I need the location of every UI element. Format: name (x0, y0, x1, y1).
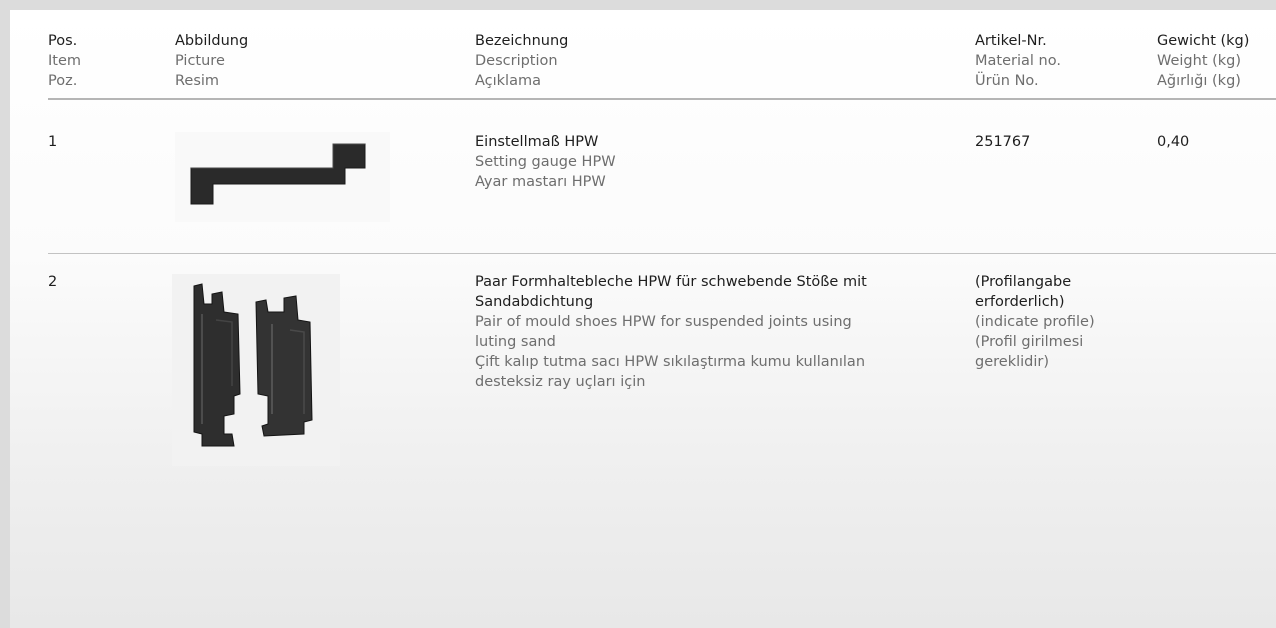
mould-shoes-image (172, 274, 340, 466)
row2-description-tr-1: Çift kalıp tutma sacı HPW sıkılaştırma k… (475, 354, 866, 370)
header-pos-en: Item (48, 53, 82, 69)
row1-description-en: Setting gauge HPW (475, 154, 616, 170)
row1-description: Einstellmaß HPW Setting gauge HPW Ayar m… (475, 132, 965, 192)
row2-description-en-1: Pair of mould shoes HPW for suspended jo… (475, 314, 852, 330)
row1-description-de: Einstellmaß HPW (475, 134, 599, 150)
header-description-de: Bezeichnung (475, 33, 569, 49)
header-weight-tr: Ağırlığı (kg) (1157, 73, 1241, 89)
header-weight-de: Gewicht (kg) (1157, 33, 1250, 49)
header-weight: Gewicht (kg) Weight (kg) Ağırlığı (kg) (1157, 31, 1276, 91)
header-divider (48, 98, 1276, 100)
row2-description-en-2: luting sand (475, 334, 556, 350)
row2-pos: 2 (48, 274, 58, 290)
row1-weight: 0,40 (1157, 134, 1190, 150)
row1-description-tr: Ayar mastarı HPW (475, 174, 606, 190)
header-description-tr: Açıklama (475, 73, 541, 89)
row2-article-de-1: (Profilangabe (975, 274, 1072, 290)
header-description-en: Description (475, 53, 558, 69)
row2-article-en: (indicate profile) (975, 314, 1095, 330)
header-article-de: Artikel-Nr. (975, 33, 1047, 49)
header-weight-en: Weight (kg) (1157, 53, 1242, 69)
parts-table: Pos. Item Poz. Abbildung Picture Resim B… (10, 10, 1276, 628)
header-pos-de: Pos. (48, 33, 78, 49)
row2-description: Paar Formhaltebleche HPW für schwebende … (475, 272, 965, 392)
header-pos: Pos. Item Poz. (48, 31, 81, 91)
row2-article-tr-2: gereklidir) (975, 354, 1049, 370)
header-article-en: Material no. (975, 53, 1061, 69)
row2-description-de-2: Sandabdichtung (475, 294, 594, 310)
row-divider (48, 253, 1276, 254)
header-pos-tr: Poz. (48, 73, 78, 89)
setting-gauge-image (175, 132, 390, 222)
header-picture-en: Picture (175, 53, 225, 69)
row2-description-de-1: Paar Formhaltebleche HPW für schwebende … (475, 274, 867, 290)
row2-article-de-2: erforderlich) (975, 294, 1065, 310)
row1-article: 251767 (975, 134, 1031, 150)
row2-article-tr-1: (Profil girilmesi (975, 334, 1084, 350)
header-article-tr: Ürün No. (975, 73, 1039, 89)
row2-description-tr-2: desteksiz ray uçları için (475, 374, 646, 390)
row1-pos: 1 (48, 134, 58, 150)
header-picture-de: Abbildung (175, 33, 249, 49)
header-picture: Abbildung Picture Resim (175, 31, 248, 91)
header-description: Bezeichnung Description Açıklama (475, 31, 965, 91)
row2-article: (Profilangabe erforderlich) (indicate pr… (975, 272, 1150, 372)
header-picture-tr: Resim (175, 73, 220, 89)
header-article: Artikel-Nr. Material no. Ürün No. (975, 31, 1150, 91)
